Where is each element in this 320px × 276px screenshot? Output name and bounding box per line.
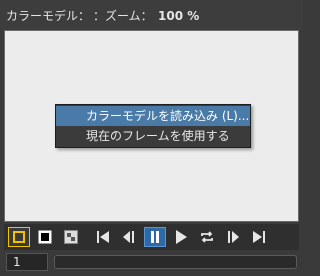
context-menu: カラーモデルを読み込み (L)... 現在のフレームを使用する — [55, 104, 251, 148]
play-button[interactable] — [170, 227, 192, 247]
menu-item-use-current-frame[interactable]: 現在のフレームを使用する — [56, 126, 250, 146]
loop-button[interactable] — [196, 227, 218, 247]
play-icon — [174, 229, 188, 245]
pause-icon — [149, 230, 161, 244]
zoom-value: 100 % — [158, 9, 200, 23]
status-header: カラーモデル： ：ズーム： 100 % — [0, 0, 303, 30]
playback-toolbar — [4, 224, 299, 250]
checkerboard-icon — [64, 230, 78, 244]
frame-slider[interactable] — [54, 255, 297, 269]
background-swatch-icon — [38, 230, 52, 244]
foreground-swatch-button[interactable] — [8, 227, 30, 247]
checkerboard-button[interactable] — [60, 227, 82, 247]
next-frame-button[interactable] — [222, 227, 244, 247]
first-frame-button[interactable] — [92, 227, 114, 247]
foreground-swatch-icon — [13, 231, 25, 243]
menu-item-load-color-model[interactable]: カラーモデルを読み込み (L)... — [56, 106, 250, 126]
frame-number-field[interactable]: 1 — [6, 253, 48, 271]
frame-row: 1 — [4, 252, 299, 272]
first-frame-icon — [95, 230, 111, 244]
next-frame-icon — [225, 230, 241, 244]
zoom-label: ：ズーム： — [93, 9, 153, 23]
last-frame-button[interactable] — [248, 227, 270, 247]
loop-icon — [199, 230, 215, 244]
color-model-viewer: カラーモデル： ：ズーム： 100 % カラーモデルを読み込み (L)... 現… — [0, 0, 303, 276]
color-model-label: カラーモデル： — [6, 9, 91, 23]
previous-frame-button[interactable] — [118, 227, 140, 247]
pause-button[interactable] — [144, 227, 166, 247]
previous-frame-icon — [121, 230, 137, 244]
background-swatch-button[interactable] — [34, 227, 56, 247]
last-frame-icon — [251, 230, 267, 244]
